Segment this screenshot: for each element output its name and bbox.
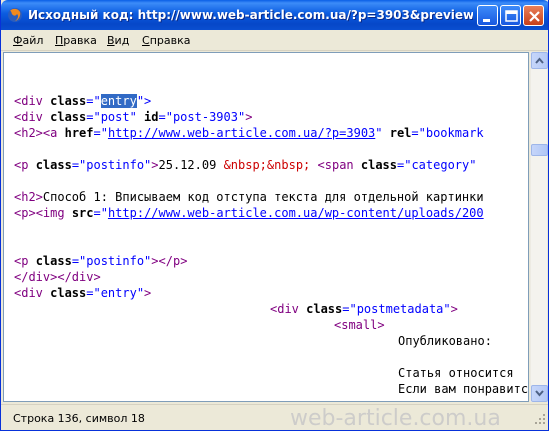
menu-file[interactable]: Файл [13,33,43,48]
tag-open: <img [35,206,72,220]
code-line: </div></div> [14,270,101,284]
firefox-icon [8,8,22,22]
scroll-down-button[interactable] [531,385,548,402]
attr-value: ="postinfo" [71,158,152,172]
code-line: Статья относится [398,366,514,380]
attr-name: class [306,302,343,316]
tag-open: <div [14,286,51,300]
menu-help[interactable]: Справка [142,33,190,48]
attr-name: class [50,94,87,108]
maximize-icon [505,10,518,22]
code-line: <p><img src="http://www.web-article.com.… [14,205,484,221]
code-line: <div class="entry"> [14,93,151,109]
minimize-icon [483,19,490,22]
minimize-button[interactable] [477,5,498,26]
attr-value: ="bookmark [411,126,484,140]
attr-value: =" [93,126,108,140]
tag-open: <p> [14,206,36,220]
attr-value: ="entry" [86,286,145,300]
menu-edit-label: равка [63,34,97,47]
code-line: <div class="post" id="post-3903"> [14,109,252,125]
attr-name: class [360,158,397,172]
watermark: web-article.com.ua [290,406,501,431]
vertical-scrollbar[interactable] [530,52,548,402]
maximize-button[interactable] [500,5,521,26]
menu-help-accelerator: С [142,34,150,47]
window-title: Исходный код: http://www.web-article.com… [28,8,473,22]
attr-value: ="post-3903" [158,110,246,124]
scroll-thumb[interactable] [531,144,548,156]
source-code-view[interactable]: <div class="entry"> <div class="post" id… [3,52,529,402]
code-line: <h2>Способ 1: Вписываем код отступа текс… [14,189,484,205]
menu-bar: Файл Правка Вид Справка [1,30,548,51]
menu-view-accelerator: В [107,34,115,47]
tag-open: <span [317,158,361,172]
attr-name: src [71,206,94,220]
attr-value: =" [86,94,101,108]
tag-open: <a [42,126,65,140]
tag-close: "> [136,94,152,108]
attr-name: class [35,158,72,172]
entity: &nbsp; [266,158,311,172]
attr-value: " [375,126,390,140]
attr-value: ="post" [86,110,145,124]
tag-open: <div [14,110,51,124]
code-line: <div class="entry"> [14,285,151,301]
attr-value: ="postinfo" [71,254,152,268]
menu-file-label: айл [22,34,44,47]
code-line: <p class="postinfo"></p> [14,253,187,269]
tag-open: <h2> [14,190,43,204]
menu-view[interactable]: Вид [107,33,129,48]
tag-open: <p [14,254,36,268]
attr-name: id [144,110,159,124]
attr-value: ="category" [397,158,477,172]
tag-close: ></p> [151,254,188,268]
selected-text[interactable]: entry [100,94,137,108]
source-link[interactable]: http://www.web-article.com.ua/?p=3903 [108,126,375,140]
text-node: 25.12.09 [158,158,224,172]
text-node: Способ 1: Вписываем код отступа текста д… [42,190,484,204]
attr-name: class [50,110,87,124]
arrow-up-icon [535,57,544,64]
menu-view-label: ид [114,34,130,47]
tag-open: <p [14,158,36,172]
source-link[interactable]: http://www.web-article.com.ua/wp-content… [108,206,484,220]
attr-value: =" [93,206,108,220]
attr-value: ="postmetadata" [342,302,451,316]
attr-name: rel [389,126,412,140]
arrow-down-icon [535,390,544,397]
menu-edit[interactable]: Правка [55,33,97,48]
close-button[interactable] [523,5,544,26]
scroll-up-button[interactable] [531,52,548,69]
attr-name: class [50,286,87,300]
tag-close: > [245,110,253,124]
code-line: <p class="postinfo">25.12.09 &nbsp;&nbsp… [14,157,476,173]
code-line: <h2><a href="http://www.web-article.com.… [14,125,484,141]
cursor-position: Строка 136, символ 18 [13,412,145,425]
entity: &nbsp; [223,158,267,172]
close-icon [529,11,540,22]
attr-name: href [64,126,94,140]
text-node [310,158,317,172]
code-line: Опубликовано: [398,334,492,348]
source-viewer-window: Исходный код: http://www.web-article.com… [0,0,549,431]
attr-name: class [35,254,72,268]
status-bar: Строка 136, символ 18 web-article.com.ua [1,404,548,431]
tag-close: > [151,158,159,172]
tag-close: > [450,302,458,316]
code-line: <div class="postmetadata"> [270,301,458,317]
menu-help-label: правка [149,34,191,47]
resize-grip-icon[interactable] [534,413,546,425]
tag-open: <div [270,302,307,316]
code-line: Если вам понравится [398,382,529,396]
code-line: <small> [334,318,385,332]
tag-open: <div [14,94,51,108]
tag-close: > [144,286,152,300]
tag-open: <h2> [14,126,43,140]
title-bar[interactable]: Исходный код: http://www.web-article.com… [1,0,548,30]
